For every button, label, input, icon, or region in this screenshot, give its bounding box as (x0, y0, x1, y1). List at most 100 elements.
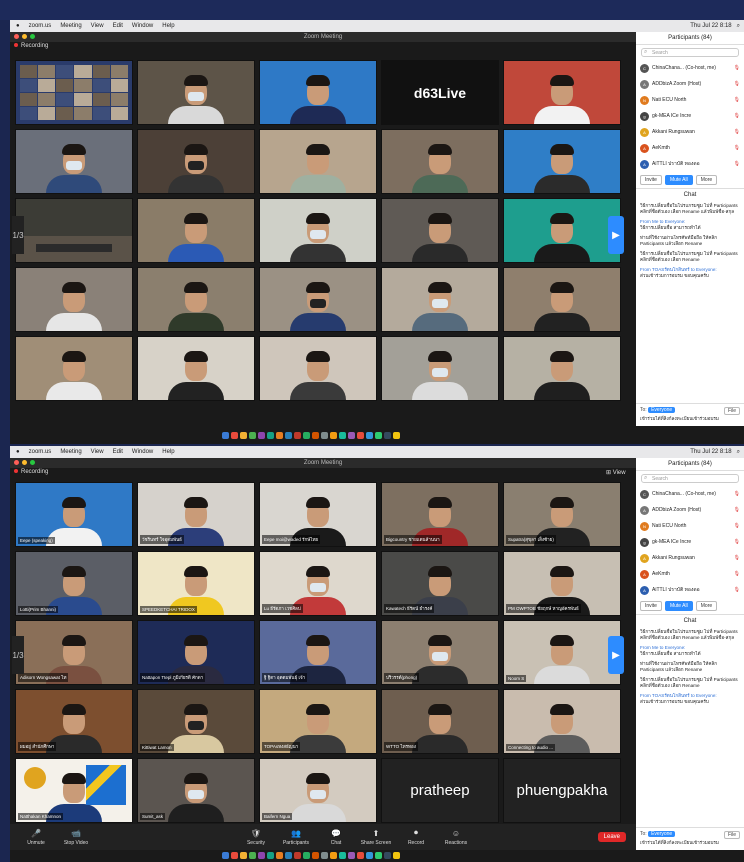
video-tile[interactable] (259, 198, 377, 263)
page-indicator[interactable]: 1/3 (12, 636, 24, 674)
more-button[interactable]: More (695, 175, 718, 185)
minimize-window-button[interactable] (22, 460, 27, 465)
next-page-button[interactable]: ▶ (608, 216, 624, 254)
minimize-window-button[interactable] (22, 34, 27, 39)
video-tile[interactable] (137, 60, 255, 125)
dock-app-icon[interactable] (312, 432, 319, 439)
chat-input[interactable]: เข้าร่วมได้ที่ลิงก์ลงทะเบียนเข้าร่วมอบรม (640, 416, 740, 423)
participant-row[interactable]: A ADDbizA Zoom (Host) 🎙 (636, 76, 744, 92)
video-tile[interactable]: Eepe moi@waded รักษ์ไทย (259, 482, 377, 547)
dock-app-icon[interactable] (276, 852, 283, 859)
menu-window[interactable]: Window (132, 449, 153, 455)
menu-meeting[interactable]: Meeting (60, 23, 81, 29)
video-tile[interactable] (503, 60, 621, 125)
video-tile[interactable]: pratheep (381, 758, 499, 823)
video-tile[interactable] (259, 60, 377, 125)
dock-app-icon[interactable] (222, 852, 229, 859)
video-tile[interactable] (15, 60, 133, 125)
participant-row[interactable]: A AeKmth 🎙 (636, 140, 744, 156)
menu-help[interactable]: Help (162, 23, 174, 29)
video-tile[interactable]: WTTO ไทรทอง (381, 689, 499, 754)
video-tile[interactable] (381, 198, 499, 263)
video-tile[interactable] (381, 129, 499, 194)
video-tile[interactable]: Lu ธีรัตภา เวชศิลป (259, 551, 377, 616)
video-tile[interactable]: Eepe (speaking) (15, 482, 133, 547)
dock-app-icon[interactable] (267, 432, 274, 439)
participant-row[interactable]: g gk-MEA ICe Incre 🎙 (636, 534, 744, 550)
recipient-dropdown[interactable]: Everyone (648, 831, 676, 837)
dock-app-icon[interactable] (258, 432, 265, 439)
dock-app-icon[interactable] (348, 852, 355, 859)
mute-all-button[interactable]: Mute All (664, 601, 693, 611)
chat-button[interactable]: 💬 Chat (316, 829, 356, 846)
participant-row[interactable]: N Nati ECU North 🎙 (636, 92, 744, 108)
more-button[interactable]: More (695, 601, 718, 611)
invite-button[interactable]: Invite (640, 601, 662, 611)
participants-button[interactable]: 👥 Participants (276, 829, 316, 846)
dock-app-icon[interactable] (393, 852, 400, 859)
video-tile[interactable] (381, 336, 499, 401)
video-tile[interactable] (15, 336, 133, 401)
video-tile[interactable] (137, 129, 255, 194)
video-tile[interactable] (503, 336, 621, 401)
participants-search-input[interactable]: Search (641, 48, 739, 57)
video-tile[interactable]: Baifern Ngua (259, 758, 377, 823)
close-window-button[interactable] (14, 460, 19, 465)
participant-row[interactable]: g gk-MEA ICe Incre 🎙 (636, 108, 744, 124)
menu-window[interactable]: Window (132, 23, 153, 29)
dock-app-icon[interactable] (249, 852, 256, 859)
video-tile[interactable] (15, 129, 133, 194)
dock-app-icon[interactable] (330, 432, 337, 439)
view-button[interactable]: ⊞ View (606, 469, 626, 476)
video-tile[interactable]: Bigcountry ชายแดนล้านนา (381, 482, 499, 547)
dock-app-icon[interactable] (222, 432, 229, 439)
dock-app-icon[interactable] (393, 432, 400, 439)
security-button[interactable]: 🛡 Security (236, 829, 276, 846)
dock-app-icon[interactable] (303, 432, 310, 439)
dock-app-icon[interactable] (258, 852, 265, 859)
dock-app-icon[interactable] (384, 432, 391, 439)
dock-app-icon[interactable] (321, 432, 328, 439)
next-page-button[interactable]: ▶ (608, 636, 624, 674)
video-tile[interactable]: Natthakan Khamnon (15, 758, 133, 823)
video-tile[interactable] (381, 267, 499, 332)
participant-row[interactable]: A AeKmth 🎙 (636, 566, 744, 582)
video-tile[interactable]: Kittiwat Lamon (137, 689, 255, 754)
video-tile[interactable]: Lotti(Prim Bhanni) (15, 551, 133, 616)
menu-view[interactable]: View (91, 23, 104, 29)
video-tile[interactable]: Connecting to audio ... (503, 689, 621, 754)
participant-row[interactable]: A AiTTLI ปราบัติ ทองดอ 🎙 (636, 582, 744, 598)
participant-row[interactable]: A ADDbizA Zoom (Host) 🎙 (636, 502, 744, 518)
video-tile[interactable]: Noom S (503, 620, 621, 685)
video-tile[interactable]: SPEEDKETCHAI TRIDOX (137, 551, 255, 616)
dock-app-icon[interactable] (312, 852, 319, 859)
file-button[interactable]: File (723, 831, 740, 839)
video-tile[interactable]: ฐิ ฐิตา อุตตมพันธุ์ เจ้า (259, 620, 377, 685)
video-tile[interactable]: วัชรินทร์ ใจอุดมพันธ์ (137, 482, 255, 547)
menu-edit[interactable]: Edit (113, 449, 123, 455)
video-tile[interactable]: Adisorn Wongsawat ไท (15, 620, 133, 685)
video-tile[interactable]: Nattapon Ttepl ภูมิเกียรติ ศักดา (137, 620, 255, 685)
dock-app-icon[interactable] (366, 852, 373, 859)
menu-zoom[interactable]: zoom.us (29, 449, 52, 455)
video-tile[interactable] (137, 267, 255, 332)
dock-app-icon[interactable] (285, 852, 292, 859)
dock-app-icon[interactable] (231, 432, 238, 439)
dock-app-icon[interactable] (357, 852, 364, 859)
unmute-button[interactable]: 🎤 Unmute (16, 829, 56, 846)
dock-app-icon[interactable] (249, 432, 256, 439)
video-tile[interactable]: PM OWPTOB ชัยฤกษ์ หาญอัครพันธ์ (503, 551, 621, 616)
dock-app-icon[interactable] (321, 852, 328, 859)
menu-help[interactable]: Help (162, 449, 174, 455)
dock-app-icon[interactable] (240, 432, 247, 439)
video-tile[interactable] (259, 129, 377, 194)
dock-app-icon[interactable] (348, 432, 355, 439)
participant-row[interactable]: A Akkani Rungsuwan 🎙 (636, 124, 744, 140)
video-tile[interactable]: Supatra(สุขุลา เส็งซ้าย) (503, 482, 621, 547)
participant-row[interactable]: C ChinaChana... (Co-host, me) 🎙 (636, 60, 744, 76)
dock-app-icon[interactable] (384, 852, 391, 859)
participant-row[interactable]: A Akkani Rungsuwan 🎙 (636, 550, 744, 566)
dock-app-icon[interactable] (375, 432, 382, 439)
video-tile[interactable] (259, 336, 377, 401)
dock-app-icon[interactable] (339, 432, 346, 439)
